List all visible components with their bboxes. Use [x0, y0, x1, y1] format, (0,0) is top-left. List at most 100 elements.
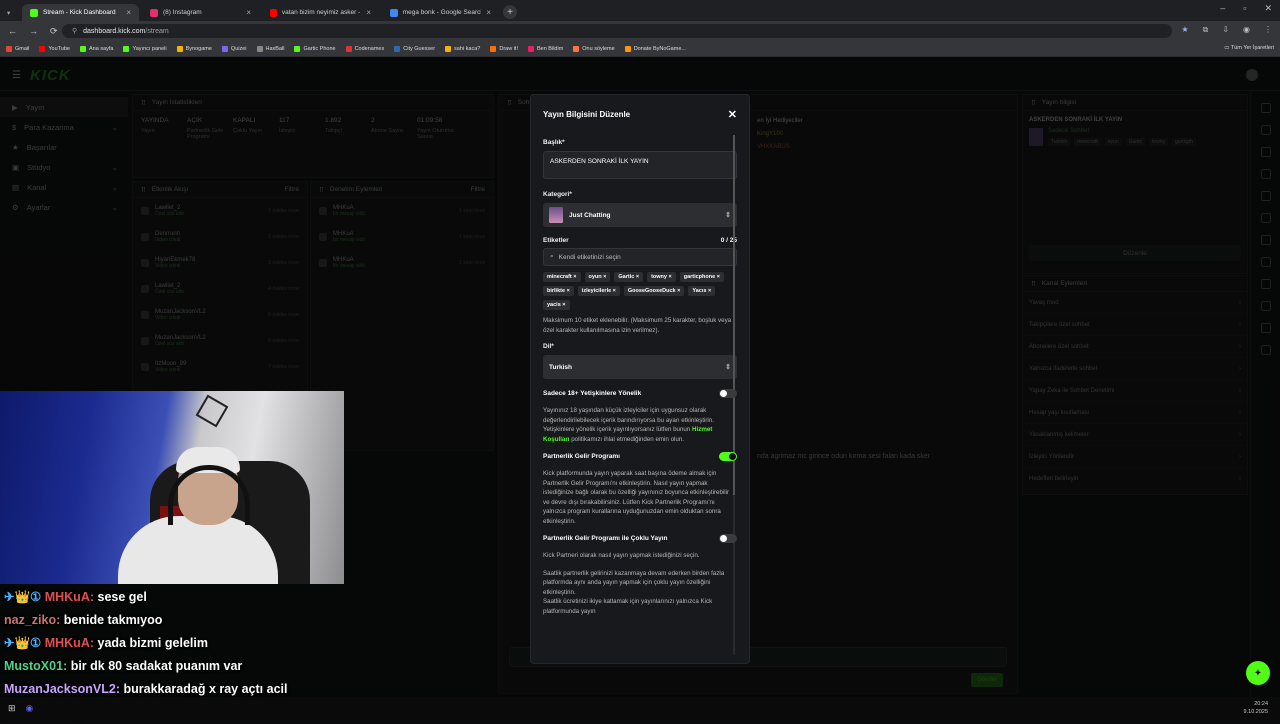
remove-tag-icon[interactable]: × — [565, 288, 570, 294]
bookmark-item[interactable]: Gartic Phone — [294, 45, 336, 52]
bookmark-favicon-icon — [221, 45, 228, 52]
back-icon[interactable]: ← — [8, 26, 17, 36]
tag-chip[interactable]: Yacıs × — [688, 286, 716, 296]
remove-tag-icon[interactable]: × — [561, 302, 565, 308]
bookmark-favicon-icon — [345, 45, 352, 52]
adult-help-a: Yayınınız 18 yaşından küçük izleyiciler … — [543, 407, 714, 433]
close-window-button[interactable]: ✕ — [1264, 3, 1272, 14]
browser-tab[interactable]: vatan bizim neyimiz asker - Yo... × — [262, 4, 379, 21]
language-select[interactable]: Turkish ⇕ — [543, 355, 737, 379]
tab-close-icon[interactable]: × — [126, 8, 131, 17]
tag-chip[interactable]: yacis × — [543, 300, 570, 310]
tag-chip[interactable]: minecraft × — [543, 272, 581, 282]
tag-chip[interactable]: towny × — [647, 272, 676, 282]
bookmark-item[interactable]: Ben Bildim — [527, 45, 563, 52]
extensions-icon[interactable]: ⧉ — [1203, 25, 1209, 35]
url-host: dashboard.kick.com — [83, 27, 146, 35]
remove-tag-icon[interactable]: × — [611, 288, 616, 294]
tag-chip[interactable]: birlikte × — [543, 286, 574, 296]
restore-button[interactable]: ▫ — [1243, 3, 1246, 14]
tab-close-icon[interactable]: × — [246, 8, 251, 17]
tab-close-icon[interactable]: × — [486, 8, 491, 17]
bookmark-favicon-icon — [573, 45, 580, 52]
tag-chip[interactable]: GooseGooseDuck × — [623, 286, 685, 296]
title-input[interactable]: ASKERDEN SONRAKİ İLK YAYIN — [543, 151, 737, 179]
bookmark-item[interactable]: Onu söyleme — [573, 45, 615, 52]
browser-tab[interactable]: mega bonk - Google Search × — [382, 4, 499, 21]
tab-favicon-icon — [150, 8, 158, 17]
bookmark-item[interactable]: YouTube — [39, 45, 70, 52]
bookmark-item[interactable]: HaxBall — [256, 45, 284, 52]
remove-tag-icon[interactable]: × — [706, 288, 711, 294]
bookmark-item[interactable]: Yayıncı paneli — [123, 45, 167, 52]
downloads-icon[interactable]: ⇩ — [1222, 25, 1229, 35]
remove-tag-icon[interactable]: × — [715, 274, 720, 280]
bookmark-label: Gmail — [15, 45, 30, 52]
tag-chip[interactable]: Gartic × — [614, 272, 644, 282]
bookmark-item[interactable]: Bynogame — [176, 45, 212, 52]
overlay-chat-username: MustoX01 — [4, 659, 64, 673]
adult-toggle[interactable] — [719, 389, 737, 398]
forward-icon[interactable]: → — [29, 26, 38, 36]
tag-chip-label: izleyicilerle — [581, 288, 612, 294]
language-label: Dil* — [543, 343, 554, 350]
category-select[interactable]: Just Chatting ⇕ — [543, 203, 737, 227]
bookmark-item[interactable]: Gmail — [6, 45, 30, 52]
new-tab-button[interactable]: + — [503, 5, 517, 19]
overlay-chat-line: naz_ziko: benide takmıyoo — [4, 609, 287, 632]
overlay-chat-line: ✈👑① MHKuA: yada bizmi gelelim — [4, 632, 287, 655]
overlay-chat-colon: : — [89, 590, 98, 604]
bookmark-label: Yayıncı paneli — [132, 45, 167, 52]
partner-toggle[interactable] — [719, 452, 737, 461]
bookmark-item[interactable]: Quizei — [221, 45, 247, 52]
taskbar: ⊞ ◉ 20:24 9.10.2025 — [0, 697, 1280, 720]
bookmark-item[interactable]: Draw it! — [490, 45, 518, 52]
tab-search-menu[interactable]: ▾ — [3, 4, 19, 21]
remove-tag-icon[interactable]: × — [667, 274, 671, 280]
browser-tab[interactable]: Stream - Kick Dashboard × — [22, 4, 139, 21]
tags-label: Etiketler — [543, 237, 569, 244]
bookmark-favicon-icon — [256, 45, 263, 52]
remove-tag-icon[interactable]: × — [572, 274, 576, 280]
bookmark-star-icon[interactable]: ★ — [1181, 25, 1188, 35]
bookmark-item[interactable]: Donate ByNoGame... — [624, 45, 686, 52]
tag-chip-label: garticphone — [683, 274, 716, 280]
minimize-button[interactable]: – — [1220, 3, 1225, 14]
bookmark-label: Draw it! — [499, 45, 518, 52]
url-field[interactable]: ⚲ dashboard.kick.com/stream — [62, 24, 1172, 38]
menu-icon[interactable]: ⋮ — [1264, 25, 1272, 35]
remove-tag-icon[interactable]: × — [634, 274, 639, 280]
profile-avatar[interactable]: ◉ — [1243, 25, 1250, 35]
windows-start-icon[interactable]: ⊞ — [8, 703, 16, 714]
modal-title: Yayın Bilgisini Düzenle — [543, 109, 631, 119]
chat-bubble-button[interactable]: ✦ — [1246, 661, 1270, 685]
adult-help-b: politikamızı ihlal etmediğinden emin olu… — [569, 435, 685, 443]
remove-tag-icon[interactable]: × — [602, 274, 606, 280]
reload-icon[interactable]: ⟳ — [50, 26, 58, 37]
remove-tag-icon[interactable]: × — [676, 288, 680, 294]
category-value: Just Chatting — [569, 211, 611, 219]
all-bookmarks[interactable]: ▭ Tüm Yer İşaretleri — [1224, 45, 1274, 51]
tab-close-icon[interactable]: × — [366, 8, 371, 17]
bookmark-item[interactable]: Ana sayfa — [80, 45, 113, 52]
bookmark-item[interactable]: City Guesser — [394, 45, 435, 52]
bookmark-item[interactable]: sahi kaca? — [445, 45, 480, 52]
tag-chip[interactable]: oyun × — [584, 272, 611, 282]
tag-search-input[interactable]: ⌕ Kendi etiketinizi seçin — [543, 248, 737, 266]
site-info-icon[interactable]: ⚲ — [72, 27, 77, 35]
close-icon[interactable]: ✕ — [728, 108, 737, 121]
tag-chip-label: yacis — [547, 302, 561, 308]
discord-icon[interactable]: ◉ — [26, 703, 34, 714]
browser-tab[interactable]: (8) Instagram × — [142, 4, 259, 21]
overlay-chat-message: sese gel — [97, 590, 147, 604]
tag-chip[interactable]: garticphone × — [679, 272, 724, 282]
bookmark-item[interactable]: Codenames — [345, 45, 385, 52]
tag-chip[interactable]: izleyicilerle × — [577, 286, 620, 296]
clock-date: 9.10.2025 — [1243, 709, 1268, 715]
adult-label: Sadece 18+ Yetişkinlere Yönelik — [543, 390, 642, 397]
bookmark-label: Codenames — [354, 45, 385, 52]
multistream-help-2: Saatlik partnerlik gelirinizi kazanmaya … — [543, 569, 725, 596]
multistream-toggle[interactable] — [719, 534, 737, 543]
language-value: Turkish — [549, 363, 572, 371]
overlay-chat-message: bir dk 80 sadakat puanım var — [70, 659, 243, 673]
